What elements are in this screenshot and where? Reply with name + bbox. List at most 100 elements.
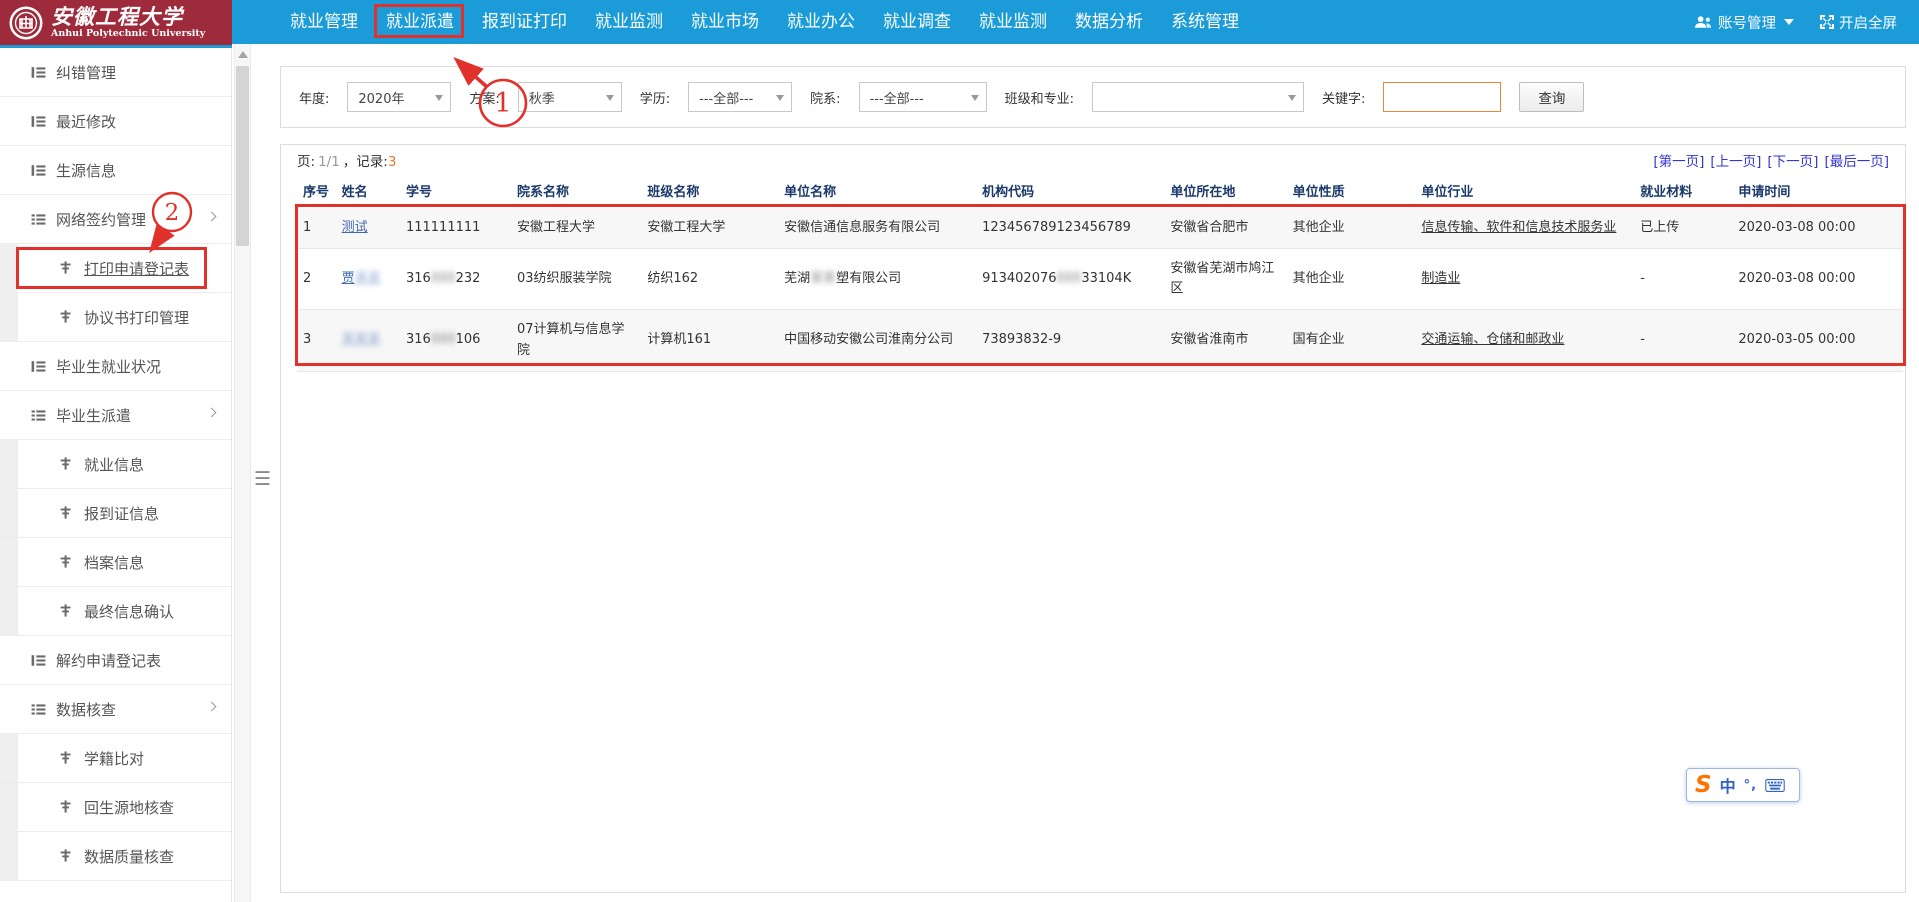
sidebar-item-1[interactable]: 最近修改 — [0, 97, 231, 146]
results-table: 序号姓名学号院系名称班级名称单位名称机构代码单位所在地单位性质单位行业就业材料申… — [297, 175, 1903, 372]
pagination-link-2[interactable]: [下一页] — [1767, 150, 1818, 170]
account-menu-button[interactable]: 账号管理 — [1694, 12, 1794, 33]
sidebar-item-10[interactable]: 档案信息 — [0, 538, 231, 587]
sidebar-item-7[interactable]: 毕业生派遣 — [0, 391, 231, 440]
nav-item-1[interactable]: 就业派遣 — [372, 0, 468, 44]
keyword-input[interactable] — [1383, 82, 1501, 112]
cell-name[interactable]: 贾某某 — [336, 249, 400, 310]
topbar-right: 账号管理 开启全屏 — [1694, 0, 1919, 44]
cell-seq: 3 — [297, 310, 336, 371]
nav-item-5[interactable]: 就业办公 — [773, 0, 869, 44]
cell-dept: 安徽工程大学 — [511, 208, 641, 249]
sidebar-item-2[interactable]: 生源信息 — [0, 146, 231, 195]
sidebar-item-label: 纠错管理 — [56, 62, 116, 83]
table-panel: 页:1/1，记录:3 [第一页][上一页][下一页][最后一页] 序号姓名学号院… — [280, 144, 1906, 893]
sidebar-item-label: 最终信息确认 — [84, 601, 174, 622]
ime-language-toggle[interactable]: 中 — [1720, 773, 1736, 797]
col-header-5: 单位名称 — [778, 175, 976, 208]
sidebar-item-label: 生源信息 — [56, 160, 116, 181]
sidebar-item-label: 回生源地核查 — [84, 797, 174, 818]
nav-item-6[interactable]: 就业调查 — [869, 0, 965, 44]
sogou-logo-icon[interactable]: S — [1695, 770, 1712, 800]
fullscreen-icon — [1820, 15, 1834, 29]
list-grid-icon — [30, 407, 47, 424]
sidebar-item-4[interactable]: 打印申请登记表 — [0, 244, 231, 293]
sidebar-collapse-handle[interactable]: ☰ — [254, 466, 270, 492]
class-select[interactable] — [1092, 82, 1304, 112]
sidebar-item-13[interactable]: 数据核查 — [0, 685, 231, 734]
cell-student-id: 111111111 — [400, 208, 511, 249]
university-brand[interactable]: 安徽工程大学 Anhui Polytechnic University — [0, 0, 232, 48]
pagination-link-1[interactable]: [上一页] — [1710, 150, 1761, 170]
keyboard-icon[interactable] — [1765, 779, 1785, 792]
list-icon — [30, 113, 47, 130]
fullscreen-button[interactable]: 开启全屏 — [1820, 12, 1897, 33]
nav-item-0[interactable]: 就业管理 — [276, 0, 372, 44]
sidebar-item-0[interactable]: 纠错管理 — [0, 48, 231, 97]
pagination-link-0[interactable]: [第一页] — [1653, 150, 1704, 170]
pagination-link-3[interactable]: [最后一页] — [1824, 150, 1889, 170]
cell-industry[interactable]: 信息传输、软件和信息技术服务业 — [1415, 208, 1634, 249]
cell-class: 纺织162 — [641, 249, 778, 310]
sidebar: 纠错管理最近修改生源信息网络签约管理打印申请登记表协议书打印管理毕业生就业状况毕… — [0, 48, 232, 902]
ime-punctuation-toggle[interactable]: °, — [1744, 778, 1757, 793]
plan-filter-label: 方案: — [469, 88, 499, 107]
page-value: 1/1 — [318, 154, 340, 170]
col-header-4: 班级名称 — [641, 175, 778, 208]
degree-select[interactable]: ---全部--- — [688, 82, 792, 112]
degree-filter-label: 学历: — [640, 88, 670, 107]
scrollbar-up-arrow-icon[interactable] — [238, 51, 248, 58]
sidebar-item-12[interactable]: 解约申请登记表 — [0, 636, 231, 685]
nav-item-3[interactable]: 就业监测 — [581, 0, 677, 44]
list-grid-icon — [30, 211, 47, 228]
cell-company: 芜湖某某塑有限公司 — [778, 249, 976, 310]
dept-select[interactable]: ---全部--- — [859, 82, 987, 112]
sidebar-scrollbar[interactable] — [234, 44, 251, 902]
cell-industry[interactable]: 制造业 — [1415, 249, 1634, 310]
cell-type: 国有企业 — [1287, 310, 1416, 371]
fullscreen-label: 开启全屏 — [1839, 12, 1897, 33]
dept-select-value: ---全部--- — [870, 88, 924, 107]
nav-item-7[interactable]: 就业监测 — [965, 0, 1061, 44]
sidebar-item-9[interactable]: 报到证信息 — [0, 489, 231, 538]
users-icon — [1694, 15, 1713, 29]
pagination-bar: 页:1/1，记录:3 [第一页][上一页][下一页][最后一页] — [281, 145, 1905, 175]
sidebar-item-5[interactable]: 协议书打印管理 — [0, 293, 231, 342]
sidebar-item-3[interactable]: 网络签约管理 — [0, 195, 231, 244]
sidebar-item-15[interactable]: 回生源地核查 — [0, 783, 231, 832]
dept-filter-label: 院系: — [810, 88, 840, 107]
chevron-right-icon — [207, 408, 217, 418]
sidebar-item-11[interactable]: 最终信息确认 — [0, 587, 231, 636]
year-select[interactable]: 2020年 — [347, 82, 451, 112]
sidebar-item-6[interactable]: 毕业生就业状况 — [0, 342, 231, 391]
cell-name[interactable]: 某某某 — [336, 310, 400, 371]
cell-type: 其他企业 — [1287, 208, 1416, 249]
sidebar-item-label: 解约申请登记表 — [56, 650, 161, 671]
sidebar-item-8[interactable]: 就业信息 — [0, 440, 231, 489]
sidebar-item-label: 协议书打印管理 — [84, 307, 189, 328]
scrollbar-thumb[interactable] — [236, 66, 249, 246]
year-filter-label: 年度: — [299, 88, 329, 107]
sidebar-item-14[interactable]: 学籍比对 — [0, 734, 231, 783]
plan-select[interactable]: 秋季 — [518, 82, 622, 112]
nav-item-4[interactable]: 就业市场 — [677, 0, 773, 44]
university-name: 安徽工程大学 Anhui Polytechnic University — [51, 6, 205, 39]
cell-org-code: 73893832-9 — [976, 310, 1164, 371]
sidebar-item-label: 学籍比对 — [84, 748, 144, 769]
search-button[interactable]: 查询 — [1519, 82, 1584, 112]
nav-item-9[interactable]: 系统管理 — [1157, 0, 1253, 44]
sidebar-item-label: 报到证信息 — [84, 503, 159, 524]
cell-dept: 03纺织服装学院 — [511, 249, 641, 310]
sidebar-item-16[interactable]: 数据质量核查 — [0, 832, 231, 881]
nav-item-8[interactable]: 数据分析 — [1061, 0, 1157, 44]
cell-industry[interactable]: 交通运输、仓储和邮政业 — [1415, 310, 1634, 371]
main-nav: 就业管理就业派遣报到证打印就业监测就业市场就业办公就业调查就业监测数据分析系统管… — [276, 0, 1253, 44]
nav-item-2[interactable]: 报到证打印 — [468, 0, 581, 44]
col-header-3: 院系名称 — [511, 175, 641, 208]
redacted-text: 某某某 — [342, 332, 381, 347]
cell-name[interactable]: 测试 — [336, 208, 400, 249]
redacted-text: 888 — [431, 332, 456, 347]
col-header-11: 申请时间 — [1732, 175, 1903, 208]
cell-time: 2020-03-05 00:00 — [1732, 310, 1903, 371]
table-row-2: 2贾某某31688823203纺织服装学院纺织162芜湖某某塑有限公司91340… — [297, 249, 1903, 310]
